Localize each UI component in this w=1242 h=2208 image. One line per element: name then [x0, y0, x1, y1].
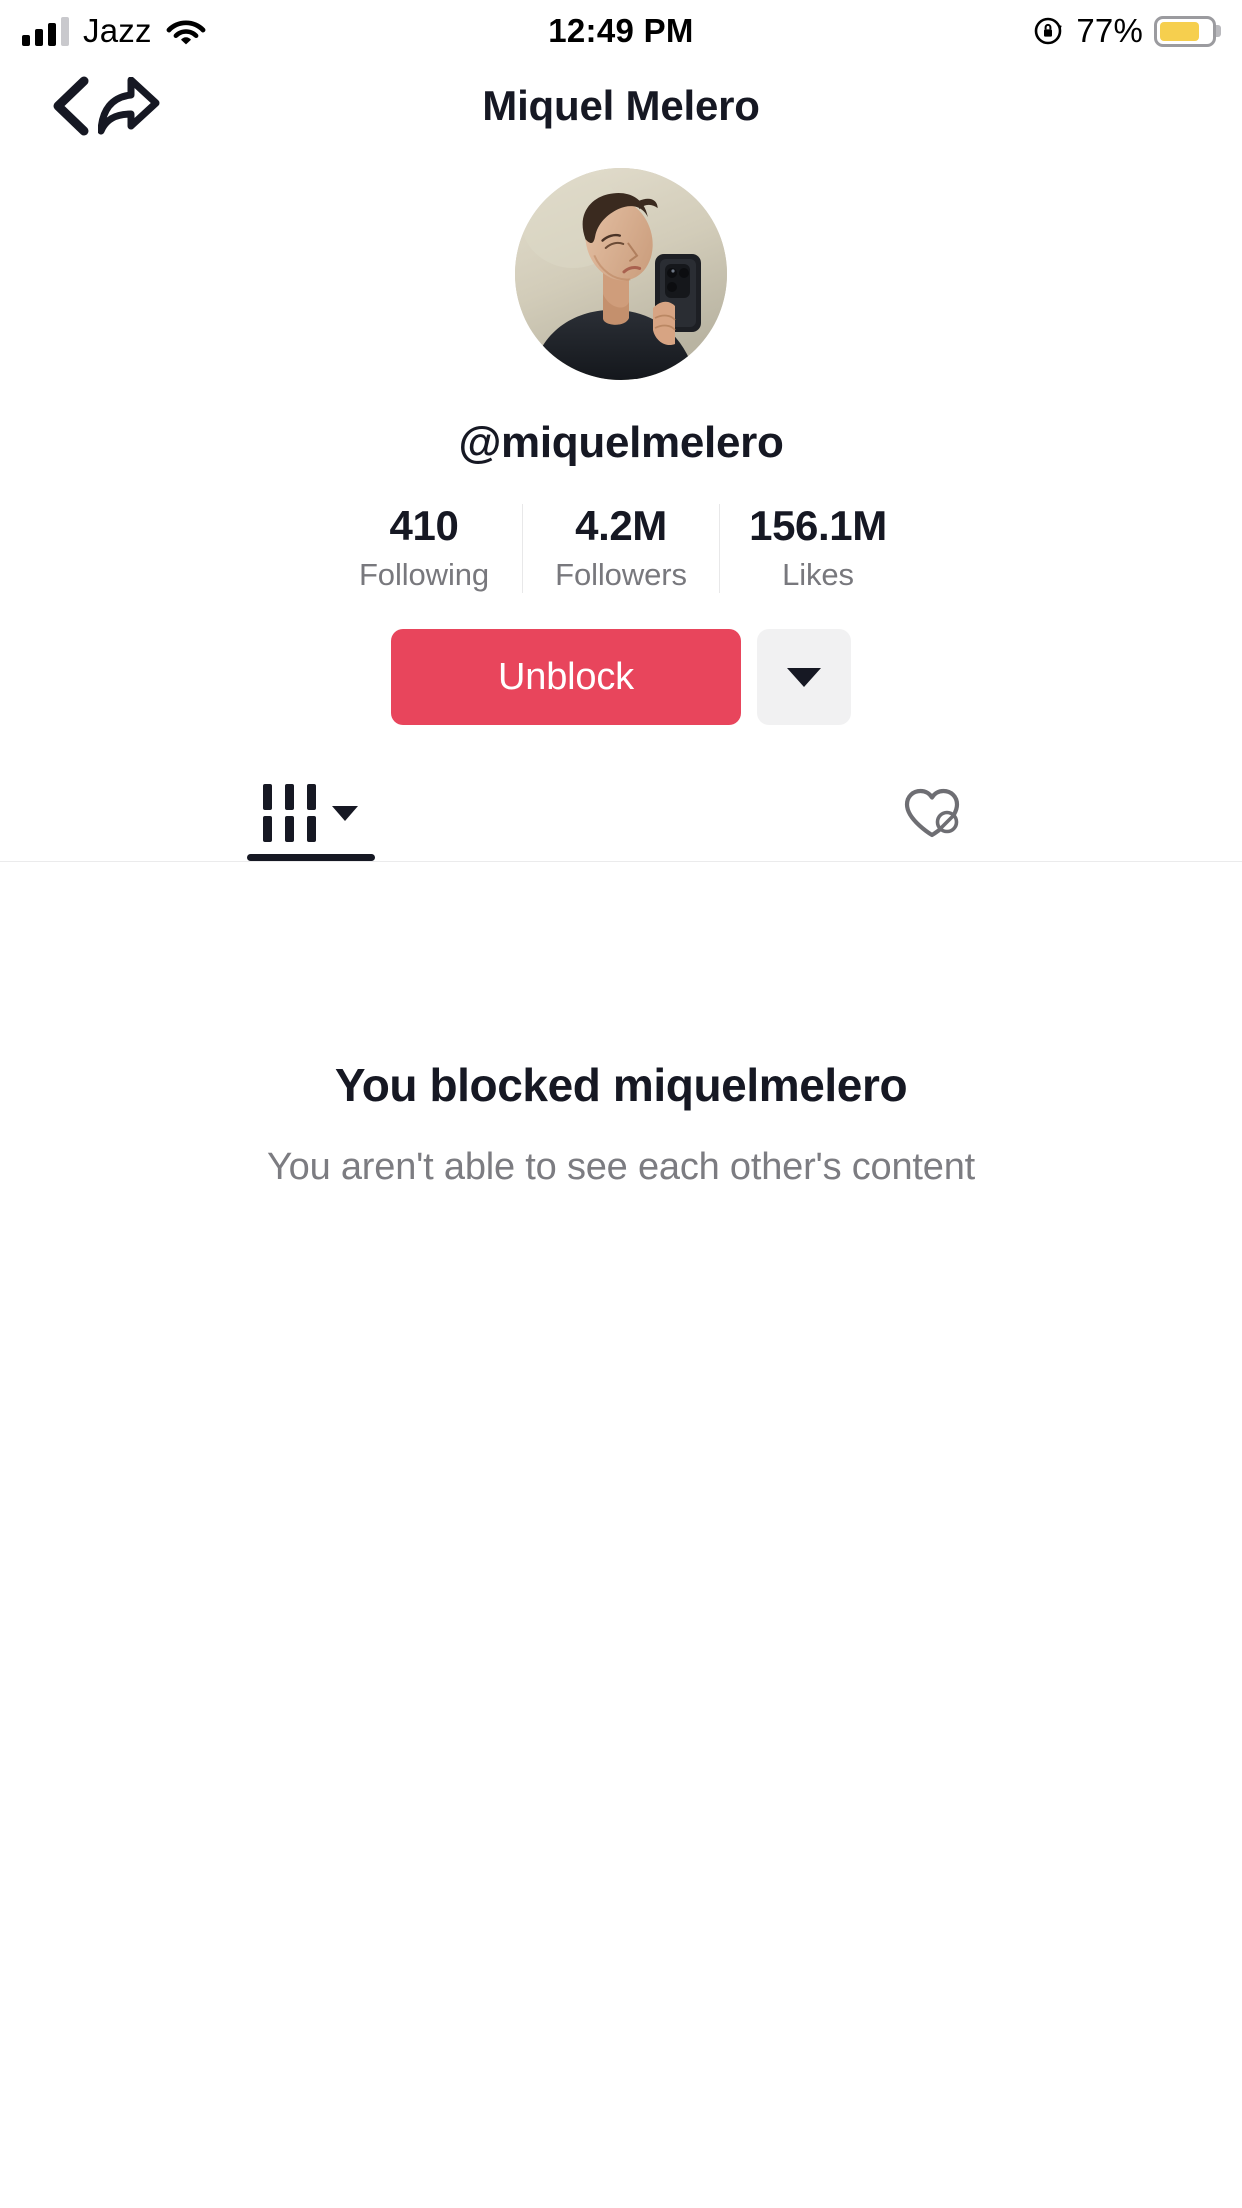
following-label: Following	[358, 557, 490, 593]
battery-percentage: 77%	[1076, 12, 1143, 49]
back-button[interactable]	[44, 75, 98, 137]
blocked-subtitle: You aren't able to see each other's cont…	[266, 1146, 976, 1189]
blocked-title: You blocked miquelmelero	[334, 1059, 908, 1112]
likes-count: 156.1M	[749, 502, 887, 549]
profile-stats: 410 Following 4.2M Followers 156.1M Like…	[0, 502, 1242, 594]
status-bar: Jazz 12:49 PM 77%	[0, 0, 1242, 62]
blocked-empty-state: You blocked miquelmelero You aren't able…	[0, 862, 1242, 1189]
profile-section: @miquelmelero 410 Following 4.2M Followe…	[0, 150, 1242, 726]
stat-following[interactable]: 410 Following	[326, 502, 522, 593]
tab-videos[interactable]	[0, 765, 621, 861]
carrier-name: Jazz	[83, 12, 152, 49]
more-options-button[interactable]	[757, 629, 851, 726]
nav-header: Miquel Melero	[0, 62, 1242, 150]
profile-handle: @miquelmelero	[458, 418, 784, 467]
followers-count: 4.2M	[575, 502, 667, 549]
status-bar-right: 77%	[1033, 12, 1216, 50]
stat-followers[interactable]: 4.2M Followers	[522, 502, 719, 594]
wifi-icon	[166, 16, 206, 46]
cellular-signal-icon	[22, 16, 69, 46]
avatar[interactable]	[515, 168, 727, 380]
grid-icon	[263, 784, 316, 843]
followers-label: Followers	[555, 557, 687, 593]
following-count: 410	[389, 502, 459, 549]
page-title: Miquel Melero	[482, 82, 760, 129]
status-bar-left: Jazz	[22, 12, 206, 50]
heart-slash-icon	[902, 785, 962, 841]
action-row: Unblock	[0, 629, 1242, 726]
battery-fill	[1160, 21, 1199, 41]
avatar-photo	[515, 168, 727, 380]
stat-likes[interactable]: 156.1M Likes	[719, 502, 916, 594]
caret-down-icon	[787, 667, 821, 687]
battery-icon	[1154, 15, 1216, 47]
unblock-button[interactable]: Unblock	[391, 629, 741, 726]
tab-liked[interactable]	[621, 765, 1242, 861]
profile-tabs	[0, 765, 1242, 861]
share-button[interactable]	[98, 77, 160, 135]
likes-label: Likes	[782, 557, 854, 593]
rotation-lock-icon	[1033, 15, 1065, 47]
caret-down-icon	[332, 805, 358, 821]
